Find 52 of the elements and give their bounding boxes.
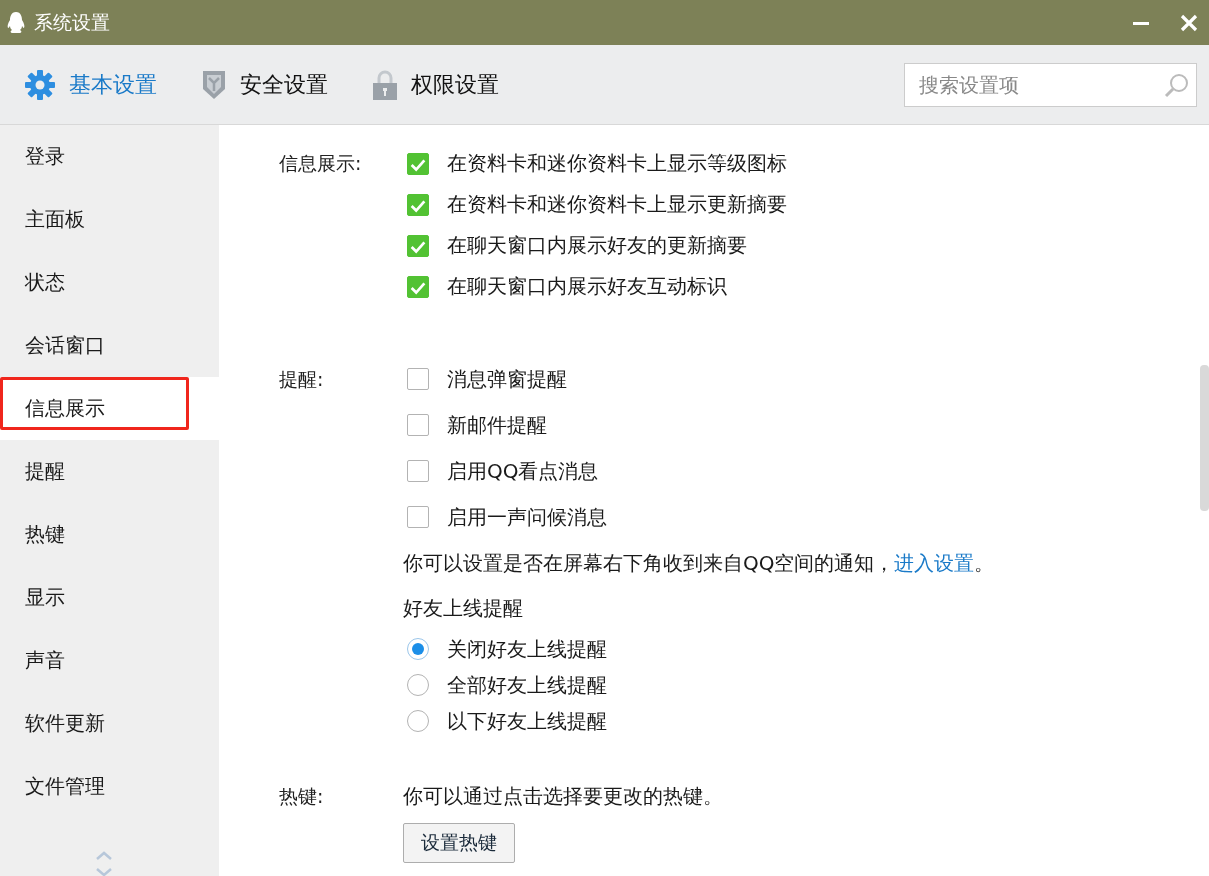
- sidebar-item[interactable]: 会话窗口: [0, 314, 219, 377]
- lock-icon: [372, 68, 398, 101]
- sidebar-item[interactable]: 提醒: [0, 440, 219, 503]
- radio-button[interactable]: [407, 710, 429, 732]
- checkbox-label: 启用一声问候消息: [447, 503, 607, 531]
- radio-label: 以下好友上线提醒: [447, 707, 607, 735]
- description-text: 你可以通过点击选择要更改的热键。: [403, 782, 723, 810]
- shield-icon: [201, 68, 227, 101]
- sidebar-item[interactable]: 登录: [0, 125, 219, 188]
- scroll-arrows-icon[interactable]: [94, 850, 114, 876]
- checkbox[interactable]: [407, 275, 429, 298]
- radio-button[interactable]: [407, 674, 429, 696]
- section-label: 热键:: [279, 784, 325, 809]
- checkbox[interactable]: [407, 234, 429, 257]
- checkbox[interactable]: [407, 193, 429, 216]
- window-title: 系统设置: [34, 9, 110, 35]
- checkbox[interactable]: [407, 368, 429, 390]
- checkbox-label: 在资料卡和迷你资料卡上显示等级图标: [447, 150, 787, 177]
- search-field[interactable]: 搜索设置项: [904, 62, 1197, 107]
- close-icon[interactable]: [1179, 12, 1199, 33]
- description-text: 你可以设置是否在屏幕右下角收到来自QQ空间的通知，进入设置。: [403, 549, 995, 577]
- penguin-icon: [6, 10, 26, 35]
- checkbox-label: 新邮件提醒: [447, 411, 547, 439]
- tab[interactable]: 权限设置: [372, 68, 499, 101]
- sidebar-item[interactable]: 状态: [0, 251, 219, 314]
- checkbox[interactable]: [407, 414, 429, 436]
- tab[interactable]: 基本设置: [24, 68, 157, 101]
- tab[interactable]: 安全设置: [201, 68, 328, 101]
- scrollbar-thumb[interactable]: [1200, 365, 1209, 511]
- section-label: 提醒:: [279, 367, 325, 392]
- subsection-heading: 好友上线提醒: [403, 595, 523, 622]
- checkbox[interactable]: [407, 460, 429, 482]
- sidebar-item[interactable]: 声音: [0, 629, 219, 692]
- radio-label: 全部好友上线提醒: [447, 671, 607, 699]
- sidebar-item[interactable]: 热键: [0, 503, 219, 566]
- checkbox-label: 在聊天窗口内展示好友的更新摘要: [447, 232, 747, 259]
- gear-icon: [24, 68, 56, 101]
- radio-label: 关闭好友上线提醒: [447, 635, 607, 663]
- radio-button[interactable]: [407, 638, 429, 660]
- checkbox[interactable]: [407, 506, 429, 528]
- checkbox[interactable]: [407, 152, 429, 175]
- sidebar-item[interactable]: 显示: [0, 566, 219, 629]
- checkbox-label: 消息弹窗提醒: [447, 365, 567, 393]
- sidebar-item[interactable]: 文件管理: [0, 755, 219, 818]
- checkbox-label: 启用QQ看点消息: [447, 457, 599, 485]
- sidebar-item[interactable]: 主面板: [0, 188, 219, 251]
- checkbox-label: 在资料卡和迷你资料卡上显示更新摘要: [447, 191, 787, 218]
- set-hotkey-button[interactable]: 设置热键: [403, 823, 515, 863]
- settings-link[interactable]: 进入设置: [894, 550, 975, 575]
- sidebar-item[interactable]: 软件更新: [0, 692, 219, 755]
- section-label: 信息展示:: [279, 151, 363, 176]
- checkbox-label: 在聊天窗口内展示好友互动标识: [447, 273, 727, 300]
